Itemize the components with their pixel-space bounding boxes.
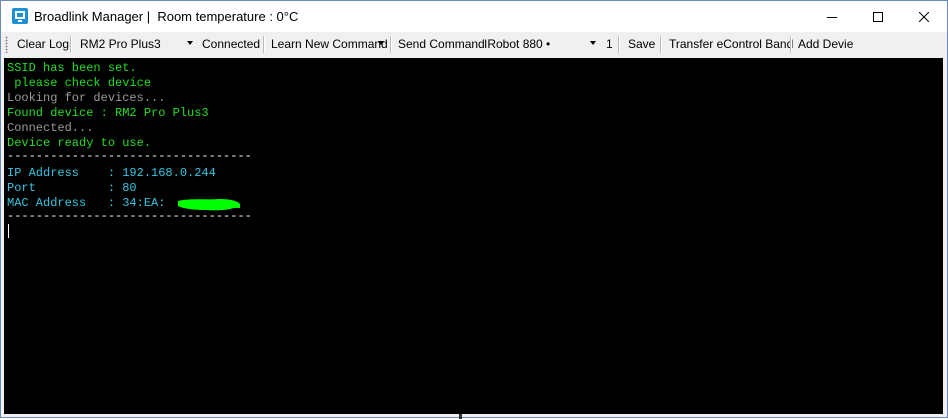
ip-value: 192.168.0.244 xyxy=(122,166,216,180)
log-divider: ---------------------------------- xyxy=(7,209,252,223)
maximize-button[interactable] xyxy=(855,1,901,32)
title-bar[interactable]: Broadlink Manager | Room temperature : 0… xyxy=(1,1,947,32)
device-select[interactable]: RM2 Pro Plus3 xyxy=(80,32,161,57)
learn-dropdown-chevron-down-icon[interactable] xyxy=(378,41,384,45)
ip-label: IP Address : xyxy=(7,166,123,180)
app-icon xyxy=(12,8,28,24)
log-divider: ---------------------------------- xyxy=(7,149,252,163)
command-dropdown-chevron-down-icon[interactable] xyxy=(590,41,596,45)
clear-log-button[interactable]: Clear Log xyxy=(17,32,69,57)
log-line: please check device xyxy=(7,76,152,90)
toolbar-separator xyxy=(618,36,620,53)
window-title: Broadlink Manager | Room temperature : 0… xyxy=(34,9,299,24)
transfer-econtrol-band-button[interactable]: Transfer eControl Band xyxy=(669,32,793,57)
toolbar-grip[interactable] xyxy=(5,36,8,53)
connected-button[interactable]: Connected xyxy=(202,32,260,57)
bottom-edge-marker xyxy=(459,414,462,419)
toolbar-separator xyxy=(390,36,392,53)
log-line: Found device : RM2 Pro Plus3 xyxy=(7,106,209,120)
log-line-ip: IP Address : 192.168.0.244 xyxy=(7,166,216,181)
port-label: Port : xyxy=(7,181,123,195)
toolbar-separator xyxy=(70,36,72,53)
add-device-button[interactable]: Add Devie xyxy=(798,32,853,57)
port-value: 80 xyxy=(122,181,137,195)
learn-new-command-button[interactable]: Learn New Command xyxy=(271,32,388,57)
text-cursor xyxy=(8,224,9,238)
log-console[interactable]: SSID has been set. please check device L… xyxy=(4,58,943,414)
command-select[interactable]: IRobot 880 • xyxy=(484,32,550,57)
log-line: SSID has been set. xyxy=(7,61,137,75)
save-button[interactable]: Save xyxy=(628,32,655,57)
mac-value: 34:EA: xyxy=(122,196,166,210)
toolbar: Clear Log RM2 Pro Plus3 Connected Learn … xyxy=(1,32,947,57)
log-line: Connected... xyxy=(7,121,94,135)
app-window: Broadlink Manager | Room temperature : 0… xyxy=(0,0,948,419)
close-icon xyxy=(919,11,929,22)
send-command-button[interactable]: Send Command xyxy=(398,32,485,57)
toolbar-separator xyxy=(660,36,662,53)
minimize-icon xyxy=(827,16,837,18)
device-dropdown-chevron-down-icon[interactable] xyxy=(187,41,193,45)
minimize-button[interactable] xyxy=(809,1,855,32)
log-line-port: Port : 80 xyxy=(7,181,137,196)
maximize-icon xyxy=(873,11,883,22)
close-button[interactable] xyxy=(901,1,947,32)
toolbar-separator xyxy=(263,36,265,53)
mac-label: MAC Address : xyxy=(7,196,123,210)
toolbar-separator xyxy=(790,36,792,53)
log-line: Looking for devices... xyxy=(7,91,166,105)
count-input[interactable]: 1 xyxy=(606,32,613,57)
